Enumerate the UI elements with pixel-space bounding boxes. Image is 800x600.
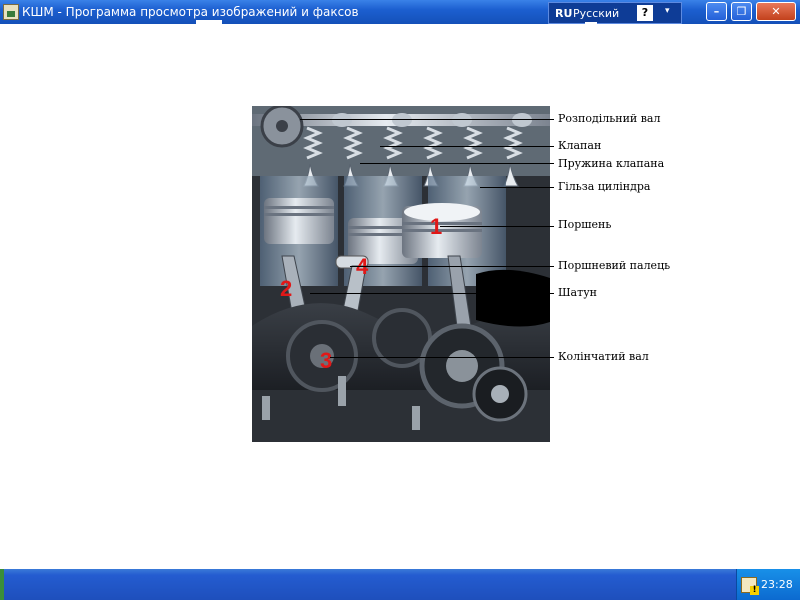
- leader-line-valve-spring: [360, 163, 554, 164]
- label-valve: Клапан: [558, 139, 602, 152]
- image-viewer-app-icon[interactable]: [3, 4, 19, 20]
- label-piston-pin: Поршневий палець: [558, 259, 671, 272]
- taskbar: 23:28: [0, 569, 800, 600]
- help-icon[interactable]: ?: [637, 5, 653, 21]
- close-button[interactable]: ✕: [756, 2, 796, 21]
- language-bar[interactable]: RU Русский ? ▾: [548, 2, 682, 24]
- marker-3: 3: [320, 348, 332, 373]
- leader-line-crankshaft: [330, 357, 554, 358]
- clock[interactable]: 23:28: [761, 578, 793, 591]
- label-valve-spring: Пружина клапана: [558, 157, 665, 170]
- engine-cutaway-image: 1 2 3 4: [252, 106, 550, 442]
- label-cylinder-sleeve: Гільза циліндра: [558, 180, 651, 193]
- leader-line-connecting-rod: [310, 293, 554, 294]
- window-title: КШМ - Программа просмотра изображений и …: [22, 5, 359, 19]
- language-name[interactable]: Русский: [573, 7, 619, 20]
- label-piston: Поршень: [558, 218, 612, 231]
- leader-line-piston-pin: [350, 266, 554, 267]
- language-underline: [585, 22, 597, 24]
- label-connecting-rod: Шатун: [558, 286, 597, 299]
- label-crankshaft: Колінчатий вал: [558, 350, 649, 363]
- minimize-button[interactable]: –: [706, 2, 727, 21]
- leader-line-cylinder-sleeve: [480, 187, 554, 188]
- start-button-edge[interactable]: [0, 569, 4, 600]
- marker-2: 2: [280, 276, 292, 301]
- leader-line-valve: [380, 146, 554, 147]
- system-tray: 23:28: [736, 569, 800, 600]
- security-alert-icon[interactable]: [741, 577, 759, 595]
- leader-line-camshaft: [300, 119, 554, 120]
- language-code[interactable]: RU: [555, 7, 572, 20]
- engine-illustration: 1 2 3 4: [252, 106, 550, 442]
- dark-cover-patch: [476, 269, 550, 327]
- leader-line-piston: [440, 226, 554, 227]
- title-bar: КШМ - Программа просмотра изображений и …: [0, 0, 800, 24]
- language-options-icon[interactable]: ▾: [665, 7, 670, 16]
- maximize-button[interactable]: ❐: [731, 2, 752, 21]
- label-camshaft: Розподільний вал: [558, 112, 661, 125]
- title-bar-tab-marker: [196, 20, 222, 24]
